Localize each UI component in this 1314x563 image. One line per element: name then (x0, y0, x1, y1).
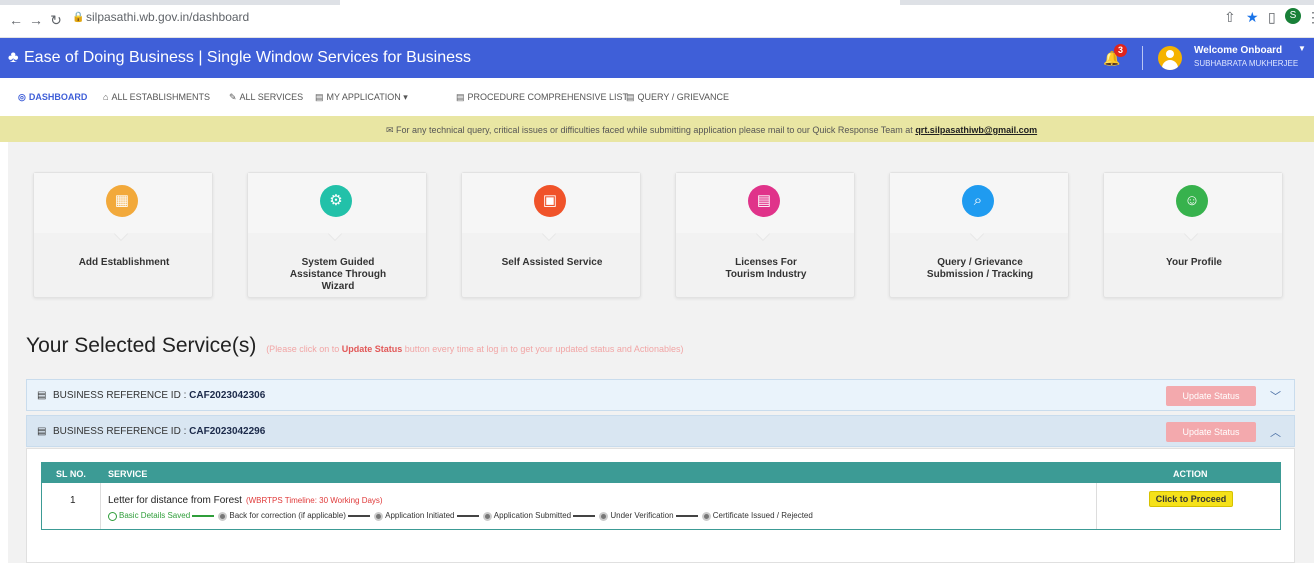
business-ref-row[interactable]: ▤ BUSINESS REFERENCE ID : CAF2023042306 … (26, 379, 1295, 411)
business-ref-row[interactable]: ▤ BUSINESS REFERENCE ID : CAF2023042296 … (26, 415, 1295, 447)
update-status-button[interactable]: Update Status (1166, 386, 1256, 406)
step-back-for-correction: Back for correction (if applicable) (218, 511, 346, 521)
card-self-assisted[interactable]: ▣ Self Assisted Service (461, 172, 641, 298)
profile-icon: ☺ (1176, 185, 1208, 217)
service-timeline: (WBRTPS Timeline: 30 Working Days) (245, 496, 383, 505)
license-icon: ▤ (748, 185, 780, 217)
col-service: SERVICE (108, 469, 148, 479)
chevron-down-icon: ▾ (400, 92, 408, 102)
tab-strip (0, 0, 1314, 5)
col-action: ACTION (1173, 469, 1208, 479)
services-table: SL NO. SERVICE ACTION 1 Letter for dista… (41, 462, 1281, 530)
back-icon[interactable]: ← (8, 12, 24, 28)
card-guided-assistance[interactable]: ⚙ System Guided Assistance Through Wizar… (247, 172, 427, 298)
username: SUBHABRATA MUKHERJEE (1194, 59, 1299, 68)
update-status-button[interactable]: Update Status (1166, 422, 1256, 442)
circle-icon (482, 511, 492, 521)
gear-icon: ⚙ (320, 185, 352, 217)
main-nav: ◎ DASHBOARD ⌂ ALL ESTABLISHMENTS ✎ ALL SERV… (0, 78, 1314, 116)
list-icon: ▤ (37, 390, 47, 401)
section-note: (Please click on to Update Status button… (266, 344, 684, 354)
notice-bar: ✉ For any technical query, critical issu… (0, 116, 1314, 142)
nav-my-application[interactable]: ▤ MY APPLICATION ▾ (315, 92, 408, 103)
table-header: SL NO. SERVICE ACTION (42, 463, 1280, 483)
support-email-link[interactable]: qrt.silpasathiwb@gmail.com (915, 125, 1037, 135)
section-title: Your Selected Service(s) (Please click o… (26, 334, 684, 357)
card-query-grievance[interactable]: ⌕ Query / Grievance Submission / Trackin… (889, 172, 1069, 298)
nav-dashboard[interactable]: ◎ DASHBOARD (18, 92, 87, 103)
reload-icon[interactable]: ↻ (48, 12, 64, 28)
browser-toolbar: ← → ↻ 🔒 silpasathi.wb.gov.in/dashboard ⇧… (0, 0, 1314, 38)
address-bar[interactable]: silpasathi.wb.gov.in/dashboard (86, 10, 249, 24)
list-icon: ▤ (37, 426, 47, 437)
card-add-establishment[interactable]: ▦ Add Establishment (33, 172, 213, 298)
card-tourism-licenses[interactable]: ▤ Licenses For Tourism Industry (675, 172, 855, 298)
circle-icon (218, 511, 228, 521)
building-icon: ⌂ (103, 92, 109, 102)
building-icon: ▦ (106, 185, 138, 217)
welcome-text: Welcome Onboard (1194, 45, 1283, 56)
ref-label: BUSINESS REFERENCE ID : (53, 390, 187, 401)
share-icon[interactable]: ⇧ (1224, 9, 1236, 26)
card-your-profile[interactable]: ☺ Your Profile (1103, 172, 1283, 298)
header-divider (1142, 46, 1143, 70)
ref-id: CAF2023042296 (189, 426, 266, 437)
step-application-submitted: Application Submitted (482, 511, 571, 521)
chevron-down-icon[interactable]: ﹀ (1270, 388, 1281, 404)
list-icon: ▤ (626, 92, 635, 102)
circle-icon (599, 511, 609, 521)
lock-icon: 🔒 (72, 12, 85, 23)
circle-icon (701, 511, 711, 521)
service-panel: SL NO. SERVICE ACTION 1 Letter for dista… (26, 448, 1295, 563)
notice-text-wrap: ✉ For any technical query, critical issu… (386, 125, 1037, 136)
list-icon: ▤ (456, 92, 465, 102)
step-certificate-issued: Certificate Issued / Rejected (701, 511, 813, 521)
chevron-up-icon[interactable]: ︿ (1270, 424, 1281, 440)
logo-icon: ♣ (8, 49, 19, 66)
check-circle-icon (108, 511, 117, 521)
notice-text: For any technical query, critical issues… (396, 125, 913, 135)
service-name: Letter for distance from Forest (WBRTPS T… (108, 495, 383, 506)
nav-all-services[interactable]: ✎ ALL SERVICES (229, 92, 303, 103)
step-basic-details: Basic Details Saved (108, 511, 190, 521)
notification-badge: 3 (1114, 44, 1127, 57)
col-sl: SL NO. (56, 469, 86, 479)
forward-icon[interactable]: → (28, 12, 44, 28)
search-icon: ⌕ (962, 185, 994, 217)
row-sl: 1 (70, 495, 76, 506)
step-application-initiated: Application Initiated (374, 511, 455, 521)
ref-label: BUSINESS REFERENCE ID : (53, 426, 187, 437)
kebab-menu-icon[interactable]: ⋮ (1306, 9, 1314, 26)
bookmark-star-icon[interactable]: ★ (1246, 9, 1259, 26)
wrench-icon: ✎ (229, 92, 237, 102)
table-row: 1 Letter for distance from Forest (WBRTPS… (42, 483, 1280, 529)
dashboard-icon: ◎ (18, 92, 26, 102)
profile-icon[interactable]: S (1285, 8, 1301, 24)
nav-all-establishments[interactable]: ⌂ ALL ESTABLISHMENTS (103, 92, 210, 102)
ref-id: CAF2023042306 (189, 390, 266, 401)
grid-icon: ▣ (534, 185, 566, 217)
nav-query-grievance[interactable]: ▤ QUERY / GRIEVANCE (626, 92, 729, 103)
message-icon: ✉ (386, 125, 397, 135)
avatar[interactable] (1158, 46, 1182, 70)
status-tracker: Basic Details Saved Back for correction … (108, 511, 813, 521)
site-title: Ease of Doing Business | Single Window S… (24, 49, 472, 66)
document-icon: ▤ (315, 92, 324, 102)
active-tab[interactable] (340, 0, 900, 5)
click-to-proceed-button[interactable]: Click to Proceed (1149, 491, 1233, 507)
circle-icon (374, 511, 384, 521)
sidepanel-icon[interactable]: ▯ (1268, 9, 1276, 26)
nav-procedure-list[interactable]: ▤ PROCEDURE COMPREHENSIVE LIST (456, 92, 628, 103)
step-under-verification: Under Verification (599, 511, 674, 521)
site-header: ♣ Ease of Doing Business | Single Window… (0, 38, 1314, 78)
dashboard-main: ▦ Add Establishment ⚙ System Guided Assi… (8, 142, 1314, 563)
chevron-down-icon[interactable]: ▼ (1298, 44, 1306, 53)
